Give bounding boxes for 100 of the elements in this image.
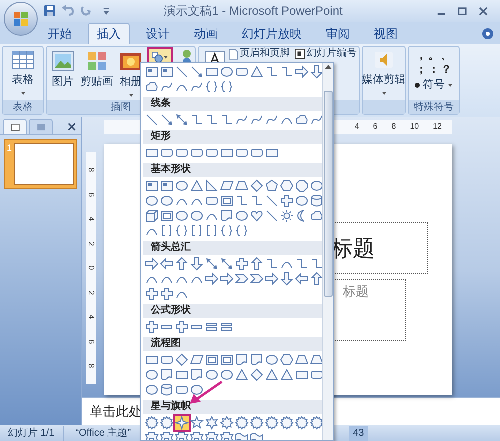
burst-icon[interactable] (250, 416, 264, 430)
rectangle-icon[interactable] (220, 146, 234, 160)
parallelogram-icon[interactable] (220, 179, 234, 193)
triangle-icon[interactable] (280, 368, 294, 382)
triangle-icon[interactable] (265, 368, 279, 382)
symbol-button[interactable]: ； (415, 64, 428, 77)
ribbon-button[interactable]: 剪贴画 (79, 47, 115, 90)
right-arrow-icon[interactable] (265, 272, 279, 286)
rectangle-icon[interactable] (205, 65, 219, 79)
burst-icon[interactable] (310, 416, 322, 430)
frame-icon[interactable] (205, 353, 219, 367)
elbow-connector-icon[interactable] (235, 194, 249, 208)
right-arrow-icon[interactable] (145, 257, 159, 271)
line-icon[interactable] (175, 65, 189, 79)
line-icon[interactable] (265, 194, 279, 208)
customize-caret-icon[interactable] (103, 6, 110, 16)
rounded-rectangle-icon[interactable] (190, 146, 204, 160)
close-icon[interactable] (68, 123, 76, 131)
elbow-connector-icon[interactable] (310, 257, 322, 271)
ribbon-tab[interactable]: 幻灯片放映 (234, 23, 310, 44)
symbol-button[interactable]: ？ (440, 64, 453, 77)
oval-icon[interactable] (220, 65, 234, 79)
brace-icon[interactable] (175, 224, 189, 238)
pentagon-icon[interactable] (265, 179, 279, 193)
ribbon-button[interactable]: 表格 (3, 47, 43, 94)
oval-icon[interactable] (235, 209, 249, 223)
slide-number-button[interactable]: 幻灯片编号 (307, 48, 357, 60)
elbow-connector-icon[interactable] (190, 113, 204, 127)
equals-icon[interactable] (205, 320, 219, 334)
brace-icon[interactable] (205, 80, 219, 94)
bracket-icon[interactable] (205, 224, 219, 238)
ribbon-tab[interactable]: 动画 (186, 23, 226, 44)
curve-icon[interactable] (160, 80, 174, 94)
symbol-button[interactable]: 。 (428, 50, 440, 63)
help-icon[interactable] (482, 28, 494, 40)
elbow-connector-icon[interactable] (220, 113, 234, 127)
oval-icon[interactable] (265, 353, 279, 367)
hexagon-icon[interactable] (280, 353, 294, 367)
rectangle-icon[interactable] (145, 353, 159, 367)
rounded-rectangle-icon[interactable] (250, 146, 264, 160)
six-point-star-icon[interactable] (205, 416, 219, 430)
up-arrow-icon[interactable] (250, 257, 264, 271)
symbol-button[interactable]: ， (415, 50, 428, 63)
up-arrow-icon[interactable] (175, 257, 189, 271)
rectangle-icon[interactable] (145, 146, 159, 160)
rectangle-icon[interactable] (295, 368, 309, 382)
hexagon-icon[interactable] (280, 179, 294, 193)
header-footer-button[interactable]: 页眉和页脚 (240, 48, 290, 60)
elbow-connector-icon[interactable] (265, 257, 279, 271)
cylinder-icon[interactable] (160, 383, 174, 397)
rounded-rectangle-icon[interactable] (235, 146, 249, 160)
right-arrow-icon[interactable] (295, 65, 309, 79)
document-icon[interactable] (160, 368, 174, 382)
diamond-icon[interactable] (250, 368, 264, 382)
oval-icon[interactable] (175, 179, 189, 193)
oval-icon[interactable] (145, 368, 159, 382)
brace-icon[interactable] (220, 80, 234, 94)
diamond-icon[interactable] (175, 353, 189, 367)
double-arrow-icon[interactable] (220, 257, 234, 271)
cloud-icon[interactable] (145, 80, 159, 94)
oval-icon[interactable] (205, 368, 219, 382)
burst-icon[interactable] (235, 416, 249, 430)
elbow-connector-icon[interactable] (295, 257, 309, 271)
sun-icon[interactable] (280, 209, 294, 223)
ribbon-button[interactable]: 图片 (47, 47, 79, 90)
document-icon[interactable] (250, 353, 264, 367)
arrow-icon[interactable] (190, 65, 204, 79)
line-icon[interactable] (145, 113, 159, 127)
frame-icon[interactable] (160, 209, 174, 223)
ribbon-tab[interactable]: 视图 (366, 23, 406, 44)
cube-icon[interactable] (145, 209, 159, 223)
cross-icon[interactable] (160, 287, 174, 301)
chevron-icon[interactable] (235, 272, 249, 286)
oval-icon[interactable] (220, 368, 234, 382)
elbow-connector-icon[interactable] (205, 113, 219, 127)
parallelogram-icon[interactable] (190, 353, 204, 367)
triangle-icon[interactable] (235, 368, 249, 382)
cross-icon[interactable] (145, 320, 159, 334)
left-arrow-icon[interactable] (295, 272, 309, 286)
document-icon[interactable] (220, 209, 234, 223)
right-triangle-icon[interactable] (205, 179, 219, 193)
burst-icon[interactable] (295, 416, 309, 430)
line-icon[interactable] (265, 209, 279, 223)
ribbon-tab[interactable]: 设计 (138, 23, 178, 44)
rounded-rectangle-icon[interactable] (235, 65, 249, 79)
oval-icon[interactable] (160, 194, 174, 208)
star-icon[interactable] (190, 416, 204, 430)
four-point-star-icon[interactable] (175, 416, 189, 430)
burst-icon[interactable] (160, 416, 174, 430)
save-icon[interactable] (44, 5, 56, 17)
ribbon-tab[interactable]: 插入 (88, 23, 130, 44)
rounded-rectangle-icon[interactable] (175, 146, 189, 160)
arrow-icon[interactable] (160, 113, 174, 127)
bracket-icon[interactable] (190, 224, 204, 238)
close-icon[interactable] (479, 6, 488, 16)
rounded-rectangle-icon[interactable] (160, 353, 174, 367)
equals-icon[interactable] (220, 320, 234, 334)
diamond-icon[interactable] (250, 179, 264, 193)
oval-icon[interactable] (145, 194, 159, 208)
scrollbar-thumb[interactable] (324, 91, 332, 297)
